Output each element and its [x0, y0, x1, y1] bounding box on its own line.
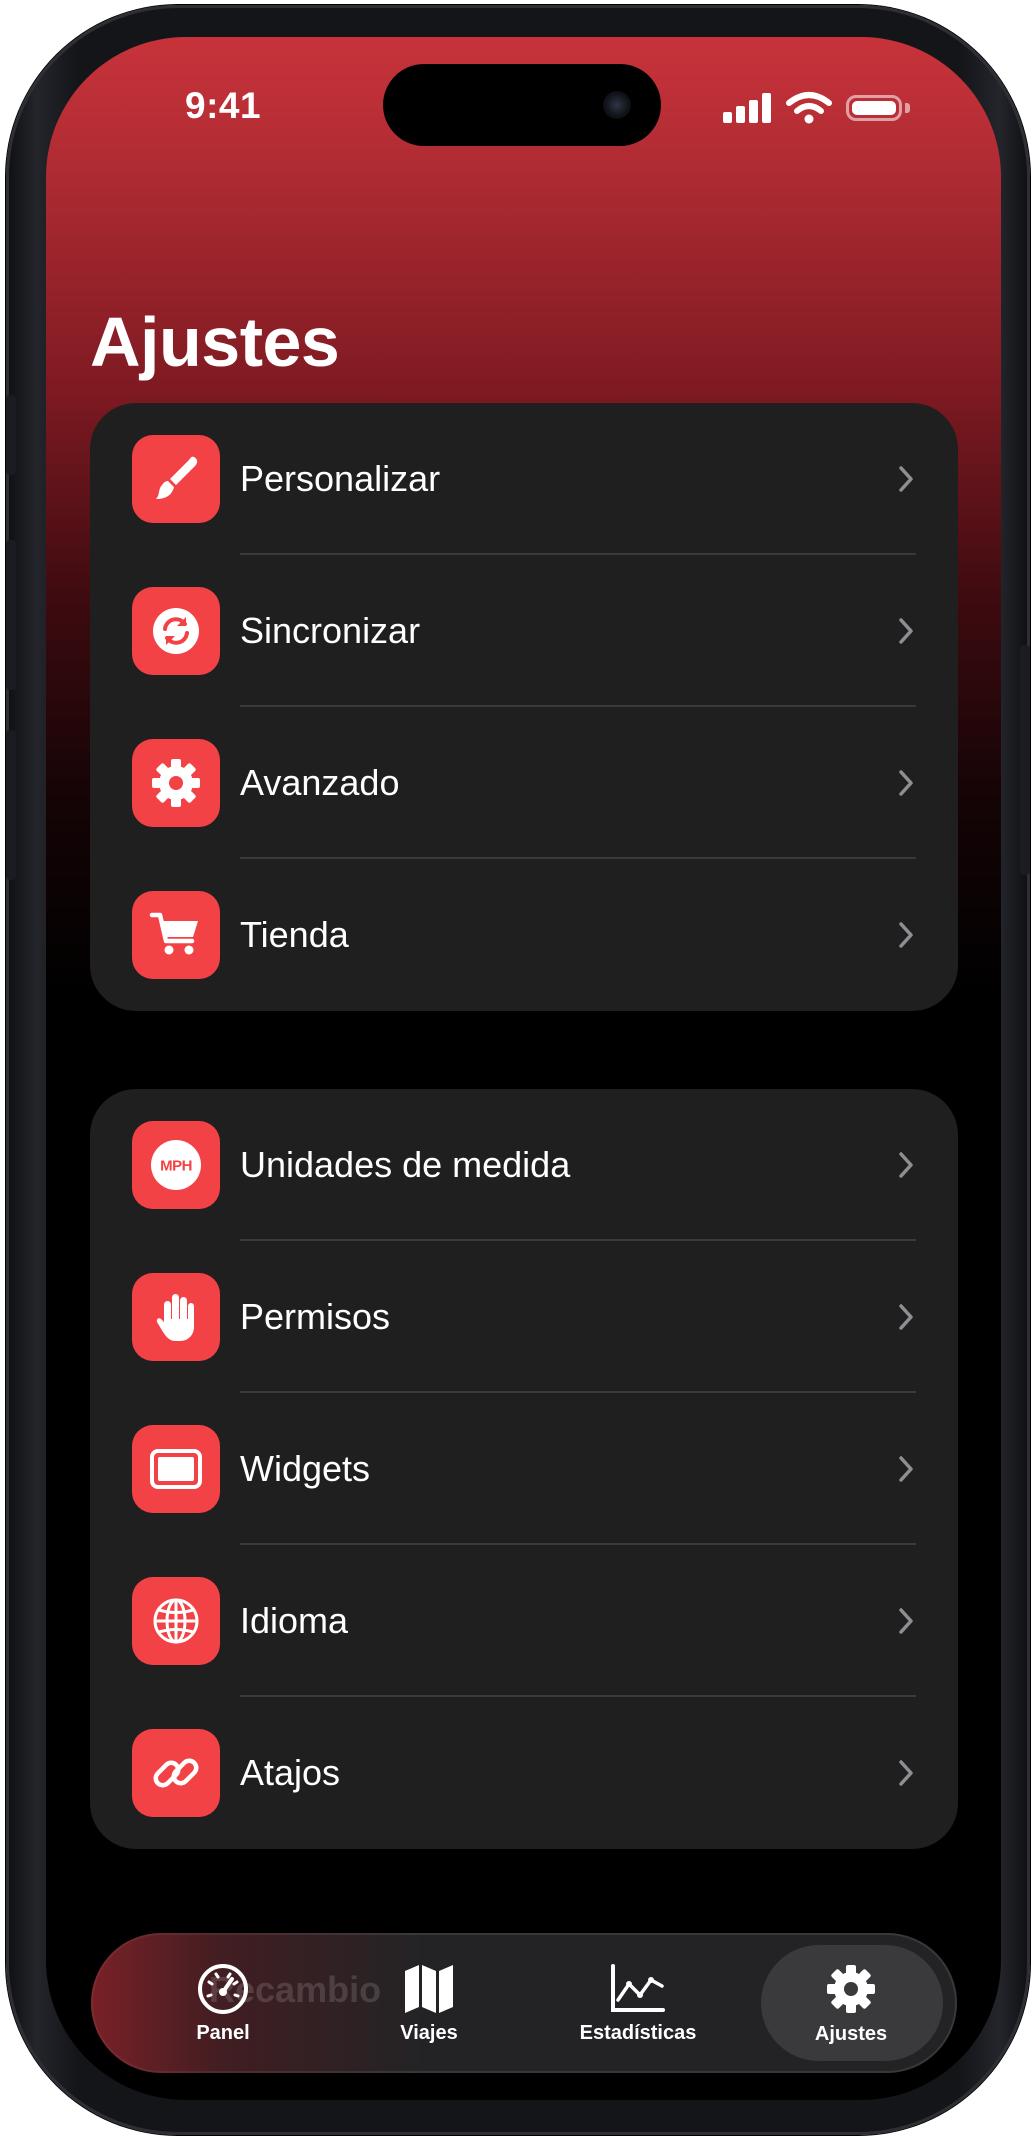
tab-label: Ajustes [814, 2022, 888, 2045]
row-atajos[interactable]: Atajos [90, 1697, 958, 1849]
screen: 9:41 Ajustes Personalizar Sincronizar Av… [46, 37, 1001, 2100]
mph-icon: MPH [132, 1121, 220, 1209]
row-idioma[interactable]: Idioma [90, 1545, 958, 1697]
row-label: Avanzado [240, 762, 400, 803]
row-label: Unidades de medida [240, 1144, 571, 1185]
volume-up-button [6, 540, 16, 690]
camera-icon [603, 91, 631, 119]
tab-estadisticas[interactable]: Estadísticas [543, 1933, 733, 2073]
hand-icon [132, 1273, 220, 1361]
speedometer-icon [198, 1963, 248, 2014]
chevron-right-icon [899, 1152, 913, 1178]
row-label: Atajos [240, 1752, 341, 1793]
tab-viajes[interactable]: Viajes [349, 1933, 509, 2073]
cart-icon [132, 891, 220, 979]
tab-bar: Recambio Panel Viajes Estadísticas Ajust… [91, 1933, 957, 2073]
chevron-right-icon [899, 1608, 913, 1634]
row-permisos[interactable]: Permisos [90, 1241, 958, 1393]
row-label: Idioma [240, 1600, 349, 1641]
chevron-right-icon [899, 922, 913, 948]
chevron-right-icon [899, 1456, 913, 1482]
cellular-signal-icon [723, 93, 773, 123]
row-tienda[interactable]: Tienda [90, 859, 958, 1011]
row-personalizar[interactable]: Personalizar [90, 403, 958, 555]
gear-icon [132, 739, 220, 827]
chevron-right-icon [899, 618, 913, 644]
row-sincronizar[interactable]: Sincronizar [90, 555, 958, 707]
wifi-icon [786, 92, 832, 124]
link-icon [132, 1729, 220, 1817]
tab-label: Estadísticas [579, 2021, 697, 2044]
row-label: Widgets [240, 1448, 371, 1489]
chevron-right-icon [899, 1304, 913, 1330]
row-widgets[interactable]: Widgets [90, 1393, 958, 1545]
row-label: Tienda [240, 914, 349, 955]
tab-ajustes[interactable]: Ajustes [761, 1933, 941, 2073]
map-icon [405, 1964, 453, 2013]
battery-cap [905, 103, 910, 113]
row-avanzado[interactable]: Avanzado [90, 707, 958, 859]
battery-icon [846, 95, 902, 121]
status-time: 9:41 [185, 85, 262, 126]
mph-text: MPH [160, 1158, 192, 1175]
dynamic-island [383, 64, 661, 146]
widget-icon [132, 1425, 220, 1513]
row-label: Personalizar [240, 458, 441, 499]
sync-icon [132, 587, 220, 675]
tab-label: Viajes [400, 2021, 458, 2044]
chevron-right-icon [899, 466, 913, 492]
settings-group-1: Personalizar Sincronizar Avanzado Tienda [90, 403, 958, 1011]
phone-frame: 9:41 Ajustes Personalizar Sincronizar Av… [6, 5, 1030, 2135]
action-button [6, 395, 16, 475]
row-unidades-de-medida[interactable]: MPH Unidades de medida [90, 1089, 958, 1241]
chevron-right-icon [899, 1760, 913, 1786]
tab-panel[interactable]: Panel [143, 1933, 303, 2073]
volume-down-button [6, 730, 16, 880]
chart-icon [611, 1963, 665, 2012]
page-title: Ajustes [90, 303, 340, 381]
gear-icon [827, 1964, 875, 2013]
status-icons [723, 91, 953, 131]
settings-group-2: MPH Unidades de medida Permisos Widgets … [90, 1089, 958, 1849]
row-label: Permisos [240, 1296, 391, 1337]
chevron-right-icon [899, 770, 913, 796]
globe-icon [132, 1577, 220, 1665]
tab-label: Panel [196, 2021, 250, 2044]
paintbrush-icon [132, 435, 220, 523]
row-label: Sincronizar [240, 610, 421, 651]
power-button [1020, 645, 1030, 875]
